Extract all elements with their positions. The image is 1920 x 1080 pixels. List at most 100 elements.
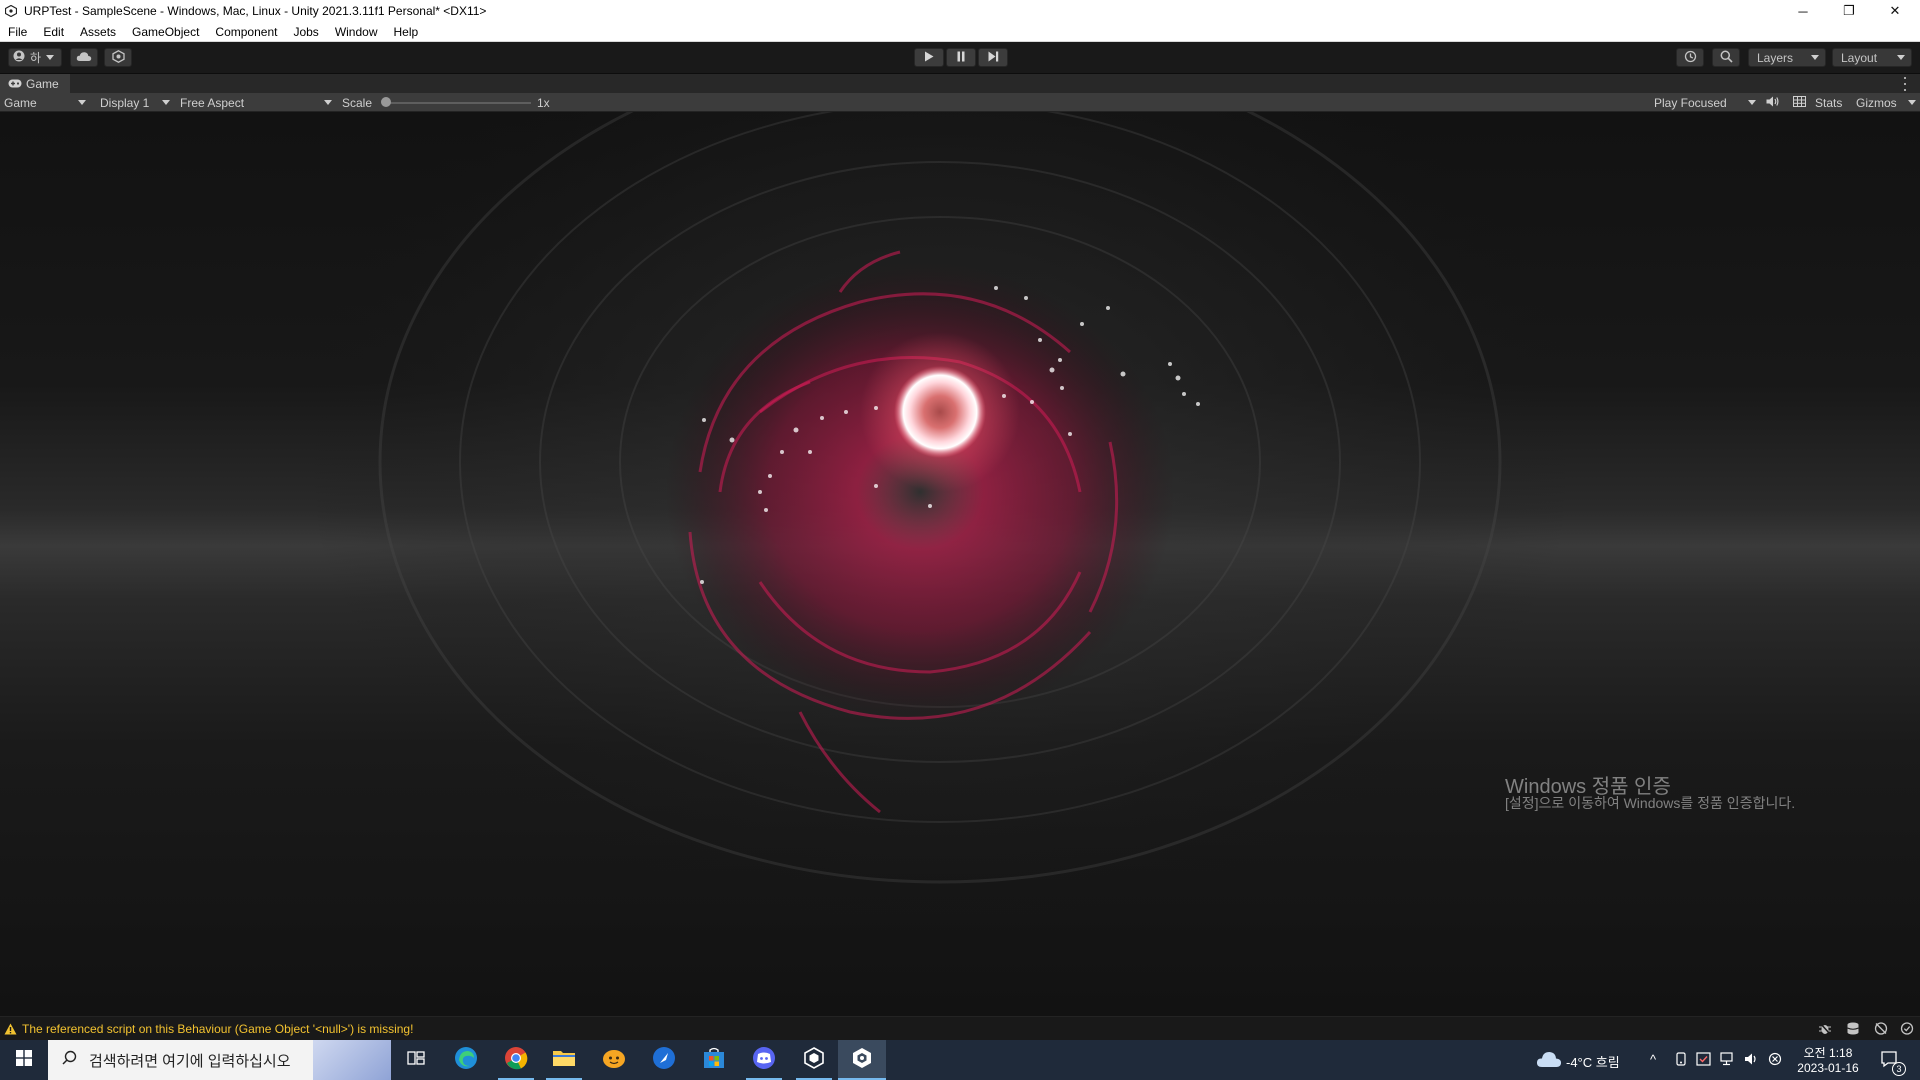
console-status-bar[interactable]: The referenced script on this Behaviour … <box>0 1016 1920 1040</box>
view-select[interactable]: Game <box>4 93 90 112</box>
menu-help[interactable]: Help <box>386 25 427 39</box>
menu-component[interactable]: Component <box>207 25 285 39</box>
search-placeholder: 검색하려면 여기에 입력하십시오 <box>89 1052 291 1070</box>
search-icon <box>62 1050 77 1070</box>
pause-button[interactable] <box>946 48 976 67</box>
store-icon <box>703 1047 725 1074</box>
scale-value: 1x <box>537 95 550 110</box>
gamepad-icon <box>8 77 22 91</box>
chevron-down-icon <box>46 55 55 60</box>
warning-icon <box>4 1023 17 1035</box>
task-view-button[interactable] <box>392 1040 440 1080</box>
view-select-label: Game <box>4 95 37 110</box>
menu-window[interactable]: Window <box>327 25 386 39</box>
play-mode-label: Play Focused <box>1654 95 1727 110</box>
account-icon <box>13 50 25 65</box>
taskbar-discord[interactable] <box>740 1040 788 1080</box>
gizmos-dropdown[interactable]: Gizmos <box>1856 93 1916 112</box>
menu-jobs[interactable]: Jobs <box>285 25 326 39</box>
taskbar-file-explorer[interactable] <box>540 1040 588 1080</box>
clock-date[interactable]: 2023-01-16 <box>1792 1061 1864 1075</box>
network-icon[interactable] <box>1874 1022 1888 1038</box>
search-button[interactable] <box>1712 48 1740 67</box>
windows-taskbar: 검색하려면 여기에 입력하십시오 -4°C 흐림 ^ 오전 1:18 2023-… <box>0 1040 1920 1080</box>
step-button[interactable] <box>978 48 1008 67</box>
cloud-button[interactable] <box>70 48 98 67</box>
unity-icon <box>851 1047 873 1074</box>
play-button[interactable] <box>914 48 944 67</box>
main-toolbar: 하 Layers Layout <box>0 42 1920 74</box>
windows-logo-icon <box>16 1049 32 1071</box>
layout-label: Layout <box>1841 50 1878 65</box>
play-icon <box>924 51 934 65</box>
layers-dropdown[interactable]: Layers <box>1748 48 1826 67</box>
cache-server-icon[interactable] <box>1846 1022 1860 1038</box>
taskbar-chrome[interactable] <box>492 1040 540 1080</box>
restore-button[interactable]: ❐ <box>1826 0 1872 22</box>
tab-bar: Game <box>0 74 1920 93</box>
undo-history-button[interactable] <box>1676 48 1704 67</box>
debug-icon[interactable] <box>1818 1022 1832 1038</box>
scale-slider-thumb[interactable] <box>381 97 391 107</box>
taskbar-unity-editor[interactable] <box>838 1040 886 1080</box>
clock-time[interactable]: 오전 1:18 <box>1796 1044 1860 1061</box>
account-dropdown[interactable]: 하 <box>8 48 62 67</box>
history-icon <box>1684 50 1697 66</box>
stats-button[interactable]: Stats <box>1815 93 1842 112</box>
chevron-down-icon <box>78 100 86 105</box>
ime-icon[interactable] <box>1768 1052 1782 1071</box>
display-select-label: Display 1 <box>100 95 150 110</box>
chevron-down-icon <box>1811 55 1819 60</box>
volume-icon[interactable] <box>1744 1052 1759 1071</box>
tab-game[interactable]: Game <box>0 74 70 93</box>
game-view-toolbar: Game Display 1 Free Aspect Scale 1x Play… <box>0 93 1920 112</box>
unity-hub-icon <box>803 1046 825 1074</box>
taskbar-unity-hub[interactable] <box>790 1040 838 1080</box>
chevron-up-icon[interactable]: ^ <box>1650 1052 1656 1067</box>
chevron-down-icon <box>162 100 170 105</box>
taskbar-edge[interactable] <box>442 1040 490 1080</box>
notification-badge: 3 <box>1892 1062 1906 1076</box>
game-viewport[interactable]: Windows 정품 인증 [설정]으로 이동하여 Windows를 정품 인증… <box>0 112 1920 1016</box>
check-icon[interactable] <box>1900 1022 1914 1038</box>
window-title-bar: URPTest - SampleScene - Windows, Mac, Li… <box>0 0 1920 22</box>
mute-audio-button[interactable] <box>1764 93 1780 112</box>
scale-slider[interactable] <box>381 93 531 112</box>
status-message: The referenced script on this Behaviour … <box>22 1021 414 1036</box>
collab-button[interactable] <box>104 48 132 67</box>
chevron-down-icon <box>1908 100 1916 105</box>
taskbar-search-box[interactable]: 검색하려면 여기에 입력하십시오 <box>48 1040 391 1080</box>
layout-dropdown[interactable]: Layout <box>1832 48 1912 67</box>
grid-toggle-button[interactable] <box>1790 93 1808 112</box>
weather-label[interactable]: -4°C 흐림 <box>1566 1052 1620 1071</box>
taskbar-kakao[interactable] <box>590 1040 638 1080</box>
aspect-select-label: Free Aspect <box>180 95 245 110</box>
folder-icon <box>552 1048 576 1073</box>
layers-label: Layers <box>1757 50 1794 65</box>
network-icon[interactable] <box>1720 1052 1735 1071</box>
menu-file[interactable]: File <box>0 25 35 39</box>
glowing-core <box>894 366 986 458</box>
taskbar-pinned-app[interactable] <box>640 1040 688 1080</box>
weather-icon[interactable] <box>1536 1050 1562 1073</box>
aspect-select[interactable]: Free Aspect <box>180 93 334 112</box>
tray-security-icon[interactable] <box>1696 1052 1711 1071</box>
taskbar-microsoft-store[interactable] <box>690 1040 738 1080</box>
close-button[interactable]: ✕ <box>1872 0 1918 22</box>
minimize-button[interactable]: ─ <box>1780 0 1826 22</box>
game-render <box>300 112 1580 922</box>
more-options-icon[interactable] <box>1900 77 1910 91</box>
start-button[interactable] <box>0 1040 48 1080</box>
discord-icon <box>752 1046 776 1075</box>
pause-icon <box>956 51 966 65</box>
scale-label: Scale <box>342 95 373 110</box>
tray-app-icon[interactable] <box>1674 1052 1688 1071</box>
grid-icon <box>1792 95 1806 110</box>
chevron-down-icon <box>1897 55 1905 60</box>
account-label: 하 <box>30 51 42 65</box>
menu-assets[interactable]: Assets <box>72 25 124 39</box>
play-mode-select[interactable]: Play Focused <box>1654 93 1758 112</box>
display-select[interactable]: Display 1 <box>100 93 172 112</box>
menu-gameobject[interactable]: GameObject <box>124 25 207 39</box>
menu-edit[interactable]: Edit <box>35 25 72 39</box>
